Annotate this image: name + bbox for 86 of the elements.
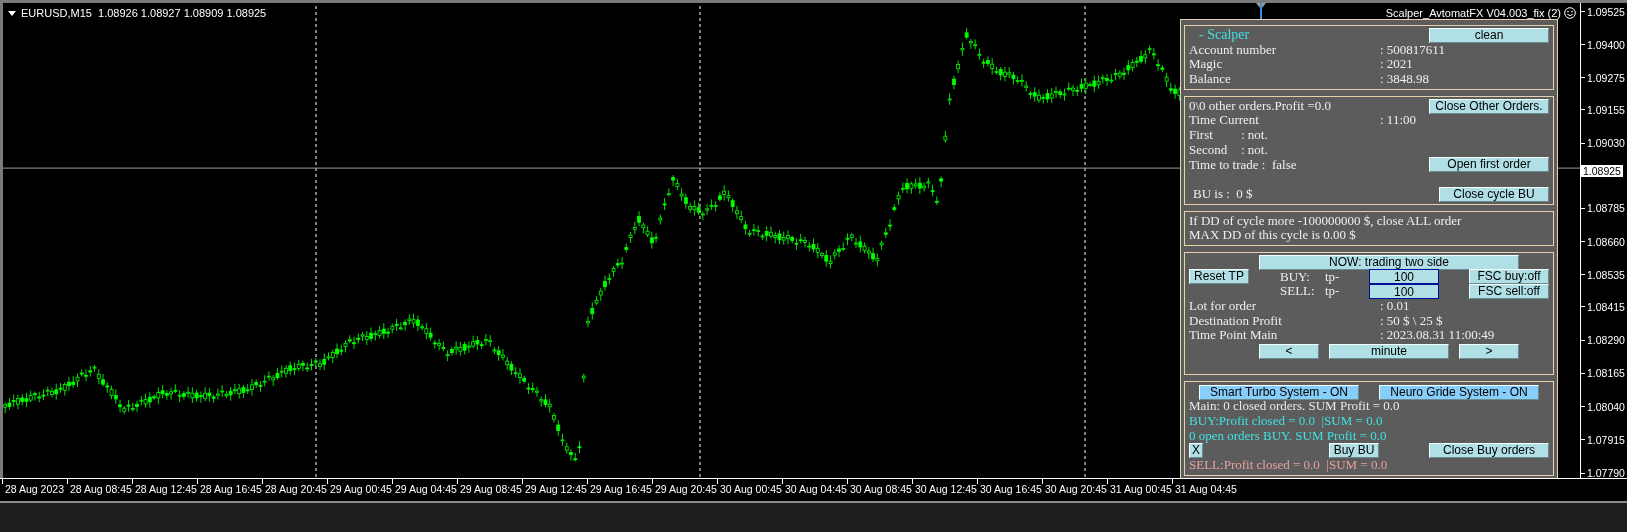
clean-button[interactable]: clean bbox=[1429, 27, 1549, 43]
side-label: SELL: bbox=[1280, 284, 1316, 299]
info-label: First bbox=[1189, 128, 1214, 143]
price-label: 1.09030 bbox=[1587, 137, 1625, 150]
time-label: 28 Aug 16:45 bbox=[200, 483, 262, 495]
price-label: 1.08785 bbox=[1587, 202, 1625, 215]
fsc-button[interactable]: FSC sell:off bbox=[1469, 284, 1549, 300]
info-value: : 0.01 bbox=[1380, 299, 1411, 314]
time-label: 29 Aug 00:45 bbox=[330, 483, 392, 495]
info-value: : 3848.98 bbox=[1380, 72, 1431, 87]
time-label: 28 Aug 12:45 bbox=[135, 483, 197, 495]
time-label: 28 Aug 2023 bbox=[5, 483, 64, 495]
drawdown-text: MAX DD of this cycle is 0.00 $ bbox=[1189, 228, 1357, 243]
tp-input-field[interactable]: 100 bbox=[1369, 284, 1439, 300]
info-value: : 11:00 bbox=[1380, 113, 1417, 129]
open-first-order-button[interactable]: Open first order bbox=[1429, 157, 1549, 173]
time-to-trade-text: Time to trade : false bbox=[1189, 157, 1298, 173]
time-label: 29 Aug 16:45 bbox=[590, 483, 652, 495]
info-label: Second bbox=[1189, 142, 1229, 158]
close-other-orders-button[interactable]: Close Other Orders. bbox=[1429, 98, 1549, 114]
time-label: 28 Aug 20:45 bbox=[265, 483, 327, 495]
time-label: 29 Aug 12:45 bbox=[525, 483, 587, 495]
price-label: 1.08290 bbox=[1587, 334, 1625, 346]
buy-bu-button[interactable]: Buy BU bbox=[1329, 443, 1379, 459]
info-label: Account number bbox=[1189, 42, 1277, 58]
panel-title: - Scalper bbox=[1198, 28, 1251, 43]
price-label: 1.09275 bbox=[1587, 72, 1625, 84]
x-button[interactable]: X bbox=[1189, 443, 1203, 459]
price-label: 1.09525 bbox=[1587, 5, 1625, 18]
orders-summary: 0\0 other orders.Profit =0.0 bbox=[1189, 98, 1332, 114]
info-value: : 2021 bbox=[1380, 57, 1414, 73]
status-text: 0 open orders BUY. SUM Profit = 0.0 bbox=[1189, 428, 1388, 444]
tp-input-field[interactable]: 100 bbox=[1369, 269, 1439, 285]
close-buy-orders-button[interactable]: Close Buy orders bbox=[1429, 443, 1549, 459]
drawdown-text: If DD of cycle more -100000000 $, close ALL order bbox=[1189, 213, 1463, 229]
info-value: : not. bbox=[1241, 142, 1268, 158]
price-label: 1.07790 bbox=[1587, 467, 1625, 479]
price-label: 1.09400 bbox=[1587, 38, 1625, 51]
info-label: Lot for order bbox=[1189, 299, 1258, 314]
price-label: 1.08165 bbox=[1587, 367, 1625, 380]
price-label: 1.07915 bbox=[1587, 433, 1625, 446]
time-label: 30 Aug 20:45 bbox=[1045, 483, 1107, 495]
indicator-title: Scalper_AvtomatFX V04.003_fix (2) bbox=[1385, 7, 1561, 19]
current-price-label: 1.08925 bbox=[1581, 165, 1623, 178]
price-label: 1.08040 bbox=[1587, 400, 1625, 413]
time-label: 28 Aug 08:45 bbox=[70, 483, 132, 495]
close-cycle-button[interactable]: Close cycle BU bbox=[1439, 186, 1549, 202]
status-text: Main: 0 closed orders. SUM Profit = 0.0 bbox=[1189, 399, 1401, 414]
next-button[interactable]: > bbox=[1459, 343, 1519, 359]
fsc-button[interactable]: FSC buy:off bbox=[1469, 269, 1549, 285]
period-button[interactable]: minute bbox=[1329, 343, 1449, 359]
time-label: 30 Aug 12:45 bbox=[915, 483, 977, 495]
status-text: SELL:Profit closed = 0.0 |SUM = 0.0 bbox=[1189, 457, 1389, 473]
info-value: : not. bbox=[1241, 128, 1268, 143]
time-label: 30 Aug 16:45 bbox=[980, 483, 1042, 495]
previous-button[interactable]: < bbox=[1259, 343, 1319, 359]
price-label: 1.09155 bbox=[1587, 103, 1625, 116]
neuro-grid-button[interactable]: Neuro Gride System - ON bbox=[1379, 385, 1539, 401]
info-label: Magic bbox=[1189, 57, 1224, 73]
time-label: 30 Aug 08:45 bbox=[850, 483, 912, 495]
reset-tp-button[interactable]: Reset TP bbox=[1189, 269, 1249, 285]
time-label: 29 Aug 20:45 bbox=[655, 483, 717, 495]
tp-label: tp- bbox=[1325, 284, 1341, 299]
time-label: 29 Aug 04:45 bbox=[395, 483, 457, 495]
info-value: : 2023.08.31 11:00:49 bbox=[1380, 328, 1496, 344]
time-label: 29 Aug 08:45 bbox=[460, 483, 522, 495]
time-label: 30 Aug 00:45 bbox=[720, 483, 782, 495]
info-value: : 500817611 bbox=[1380, 42, 1446, 58]
smart-turbo-button[interactable]: Smart Turbo System - ON bbox=[1199, 385, 1359, 401]
tp-label: tp- bbox=[1325, 269, 1341, 285]
time-label: 31 Aug 00:45 bbox=[1110, 483, 1172, 495]
info-label: Time Point Main bbox=[1189, 328, 1279, 344]
bu-text: BU is : 0 $ bbox=[1192, 186, 1254, 202]
info-label: Balance bbox=[1189, 72, 1232, 87]
status-text: BUY:Profit closed = 0.0 |SUM = 0.0 bbox=[1189, 413, 1384, 429]
info-label: Destination Profit bbox=[1189, 313, 1283, 329]
time-label: 30 Aug 04:45 bbox=[785, 483, 847, 495]
info-value: : 50 $ \ 25 $ bbox=[1380, 313, 1444, 329]
price-label: 1.08660 bbox=[1587, 235, 1625, 248]
mode-button[interactable]: NOW: trading two side bbox=[1259, 254, 1519, 270]
price-label: 1.08535 bbox=[1587, 268, 1625, 281]
time-label: 31 Aug 04:45 bbox=[1175, 483, 1237, 495]
side-label: BUY: bbox=[1280, 269, 1311, 285]
symbol-header: EURUSD,M15 1.08926 1.08927 1.08909 1.08925 bbox=[21, 7, 267, 19]
info-label: Time Current bbox=[1189, 113, 1260, 129]
price-label: 1.08415 bbox=[1587, 300, 1625, 313]
